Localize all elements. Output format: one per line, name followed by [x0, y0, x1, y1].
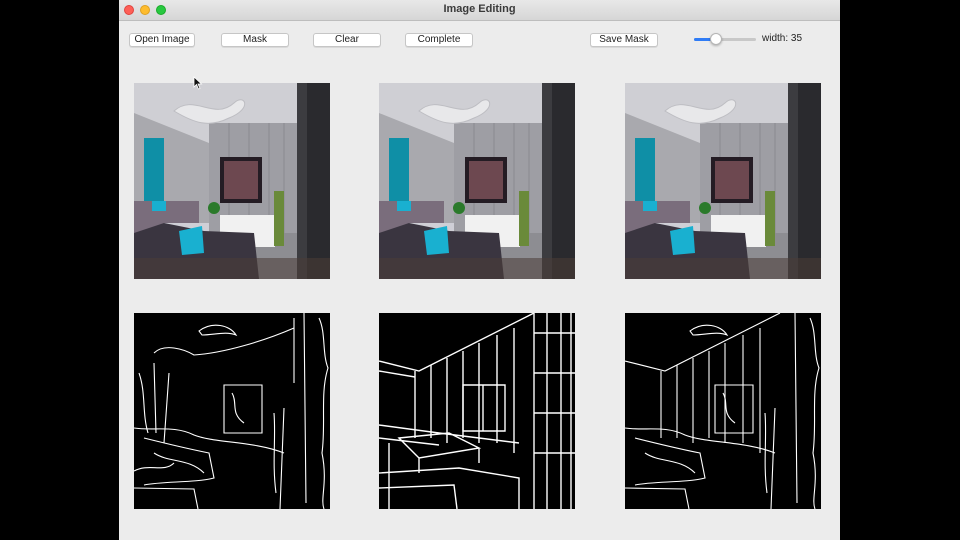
- complete-button[interactable]: Complete: [405, 33, 473, 47]
- save-mask-button[interactable]: Save Mask: [590, 33, 658, 47]
- width-value-label: width: 35: [762, 33, 803, 44]
- masked-photo[interactable]: [379, 83, 575, 279]
- original-edge-map: [134, 313, 330, 509]
- masked-edge-map: [379, 313, 575, 509]
- mask-button[interactable]: Mask: [221, 33, 289, 47]
- clear-button[interactable]: Clear: [313, 33, 381, 47]
- title-bar[interactable]: Image Editing: [119, 0, 840, 21]
- completed-photo: [625, 83, 821, 279]
- mouse-cursor-icon: [193, 76, 203, 90]
- open-image-button[interactable]: Open Image: [129, 33, 195, 47]
- completed-edge-map: [625, 313, 821, 509]
- width-slider[interactable]: [694, 33, 756, 45]
- window-title: Image Editing: [443, 3, 516, 15]
- original-photo: [134, 83, 330, 279]
- app-window: Image Editing Open Image Mask Clear Comp…: [119, 0, 840, 540]
- width-slider-knob[interactable]: [709, 33, 722, 45]
